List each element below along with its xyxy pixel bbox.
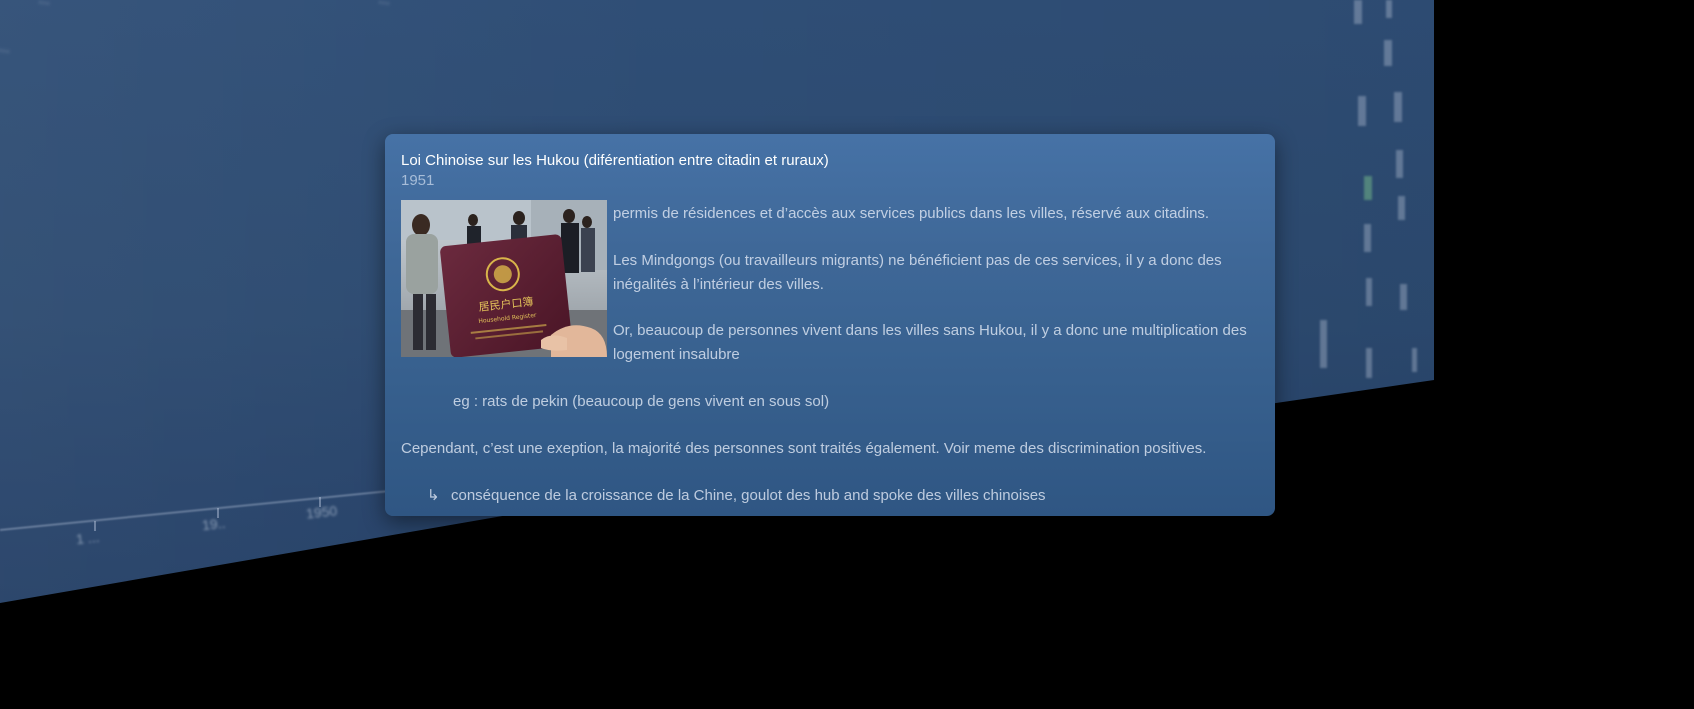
- timeline-stage: ... ... ... 1 ... 19.. 1950 Loi Chinoise…: [0, 0, 1694, 709]
- return-arrow-icon: ↳: [427, 487, 440, 504]
- timeline-thumbnail[interactable]: [1398, 196, 1405, 220]
- timeline-thumbnail[interactable]: [1396, 150, 1403, 178]
- timeline-thumbnail[interactable]: [1400, 284, 1407, 310]
- axis-tick-label: 19..: [201, 514, 227, 534]
- household-register-photo-image: 居民户口簿 Household Register: [401, 200, 607, 357]
- axis-tick-label: 1950: [305, 502, 338, 522]
- timeline-thumbnail[interactable]: [1366, 278, 1372, 306]
- event-paragraph: Cependant, c’est une exeption, la majori…: [401, 440, 1207, 457]
- timeline-thumbnail[interactable]: [1412, 348, 1417, 372]
- event-paragraph: Or, beaucoup de personnes vivent dans le…: [613, 322, 1247, 363]
- axis-tick-label: 1 ...: [75, 528, 101, 548]
- event-paragraph: permis de résidences et d’accès aux serv…: [613, 205, 1210, 222]
- event-title: Loi Chinoise sur les Hukou (diférentiati…: [401, 152, 829, 169]
- timeline-thumbnail[interactable]: [1358, 96, 1366, 126]
- event-paragraph-consequence: ↳ conséquence de la croissance de la Chin…: [427, 484, 1267, 508]
- event-paragraph-indented: eg : rats de pekin (beaucoup de gens viv…: [453, 393, 830, 410]
- timeline-thumbnail[interactable]: [1384, 40, 1392, 66]
- event-paragraph: Les Mindgongs (ou travailleurs migrants)…: [613, 252, 1222, 293]
- timeline-thumbnail[interactable]: [1320, 320, 1327, 368]
- event-photo[interactable]: 居民户口簿 Household Register: [401, 200, 607, 357]
- timeline-thumbnail[interactable]: [1354, 0, 1362, 24]
- consequence-text: conséquence de la croissance de la Chine…: [451, 487, 1046, 504]
- event-date: 1951: [401, 172, 435, 189]
- timeline-thumbnail[interactable]: [1386, 0, 1392, 18]
- timeline-thumbnail[interactable]: [1394, 92, 1402, 122]
- event-detail-card[interactable]: Loi Chinoise sur les Hukou (diférentiati…: [385, 134, 1275, 516]
- timeline-thumbnail[interactable]: [1366, 348, 1372, 378]
- timeline-thumbnail[interactable]: [1364, 176, 1372, 200]
- timeline-thumbnail[interactable]: [1364, 224, 1371, 252]
